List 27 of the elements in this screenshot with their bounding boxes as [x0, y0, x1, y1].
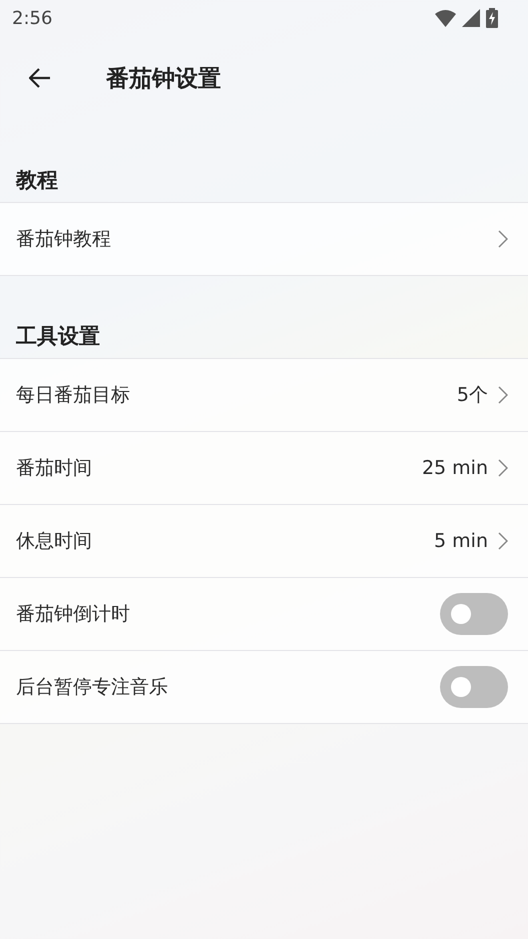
setting-label: 番茄钟倒计时: [16, 602, 131, 627]
page-title: 番茄钟设置: [106, 64, 221, 94]
setting-value: 5 min: [434, 530, 488, 552]
setting-value: 5个: [456, 383, 488, 408]
setting-label: 番茄时间: [16, 456, 93, 481]
setting-value: 25 min: [422, 457, 488, 479]
clock: 2:56: [12, 8, 52, 28]
chevron-icon: [498, 532, 508, 550]
back-arrow-icon: [29, 68, 51, 88]
chevron-icon: [498, 459, 508, 477]
settings-row[interactable]: 番茄时间 25 min: [0, 431, 528, 504]
setting-label: 后台暂停专注音乐: [16, 675, 169, 700]
section-title: 工具设置: [16, 323, 100, 350]
settings-row[interactable]: 休息时间 5 min: [0, 504, 528, 577]
toggle-switch[interactable]: [440, 593, 508, 635]
battery-icon: [486, 8, 498, 28]
settings-row[interactable]: 番茄钟教程: [0, 202, 528, 275]
settings-row[interactable]: 每日番茄目标 5个: [0, 358, 528, 431]
wifi-icon: [435, 9, 456, 27]
chevron-icon: [498, 386, 508, 404]
section-title: 教程: [16, 167, 58, 194]
toggle-switch[interactable]: [440, 666, 508, 708]
signal-icon: [462, 9, 480, 27]
setting-label: 番茄钟教程: [16, 227, 112, 252]
chevron-icon: [498, 230, 508, 248]
setting-label: 每日番茄目标: [16, 383, 131, 408]
setting-label: 休息时间: [16, 529, 93, 554]
